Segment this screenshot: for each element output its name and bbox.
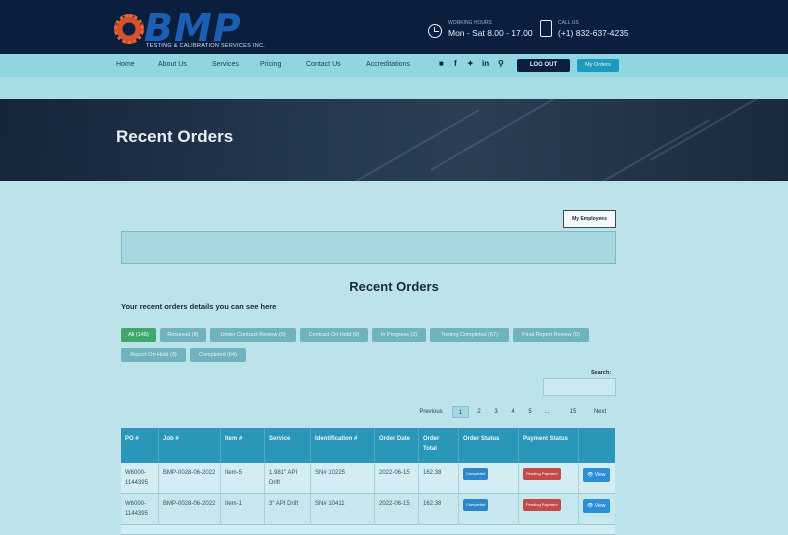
- filter-in-progress[interactable]: In Progress (3): [372, 328, 426, 342]
- info-panel: [121, 231, 616, 264]
- hero-decoration: [570, 119, 710, 181]
- pagination-next[interactable]: Next: [590, 406, 610, 418]
- cell-job: BMP-0028-06-2022: [159, 463, 221, 494]
- cart-icon[interactable]: ■: [439, 59, 444, 68]
- cell-order-date: 2022-06-15: [375, 463, 419, 494]
- cell-actions: 👁 View: [579, 463, 615, 494]
- linkedin-icon[interactable]: in: [482, 59, 489, 68]
- page-hero: Recent Orders: [0, 99, 788, 181]
- cell-order-total: 162.38: [419, 494, 459, 525]
- cell-po: W6000-1144395: [121, 494, 159, 525]
- pagination-page-15[interactable]: 15: [566, 406, 580, 418]
- cell-identification: SN# 10411: [311, 494, 375, 525]
- view-button-label: View: [594, 503, 606, 509]
- gear-logo-icon: [114, 14, 144, 44]
- search-label: Search:: [591, 370, 612, 376]
- pagination-page-5[interactable]: 5: [524, 406, 536, 418]
- search-icon[interactable]: ⚲: [498, 59, 504, 68]
- pagination-previous[interactable]: Previous: [416, 406, 446, 418]
- cell-service: 1.981" API Drift: [265, 463, 311, 494]
- logo-tagline: TESTING & CALIBRATION SERVICES INC.: [146, 43, 266, 49]
- pagination-page-2[interactable]: 2: [473, 406, 485, 418]
- section-subheading: Your recent orders details you can see h…: [121, 302, 277, 311]
- hero-decoration: [340, 109, 480, 181]
- bmp-logo[interactable]: BMP TESTING & CALIBRATION SERVICES INC.: [114, 6, 266, 50]
- my-employees-button[interactable]: My Employees: [563, 210, 616, 228]
- clock-icon: [428, 24, 442, 38]
- cell-identification: SN# 10225: [311, 463, 375, 494]
- main-nav: Home About Us Services Pricing Contact U…: [0, 54, 788, 77]
- payment-status-badge: Pending Payment: [523, 499, 561, 511]
- nav-about-us[interactable]: About Us: [158, 61, 187, 68]
- page-title: Recent Orders: [116, 127, 234, 146]
- table-row: W6000-1144395 BMP-0028-06-2022 Item-1 3"…: [121, 494, 615, 525]
- column-header-actions: [579, 428, 615, 463]
- hours-label: WORKING HOURS: [448, 20, 492, 26]
- column-header-job[interactable]: Job #: [159, 428, 221, 463]
- cell-service: 3" API Drift: [265, 494, 311, 525]
- column-header-order-status[interactable]: Order Status: [459, 428, 519, 463]
- my-orders-button[interactable]: My Orders: [577, 59, 619, 72]
- pagination-ellipsis: ...: [544, 409, 550, 415]
- hero-decoration: [650, 99, 788, 161]
- cell-item: Item-5: [221, 463, 265, 494]
- column-header-payment-status[interactable]: Payment Status: [519, 428, 579, 463]
- filter-all[interactable]: All (145): [121, 328, 156, 342]
- table-row: W6000-1144395 BMP-0028-06-2022 Item-5 1.…: [121, 463, 615, 494]
- hours-value: Mon - Sat 8.00 - 17.00: [448, 28, 533, 38]
- column-header-item[interactable]: Item #: [221, 428, 265, 463]
- cell-payment-status: Pending Payment: [519, 494, 579, 525]
- column-header-order-total[interactable]: Order Total: [419, 428, 459, 463]
- filter-recieved[interactable]: Recieved (8): [160, 328, 206, 342]
- nav-home[interactable]: Home: [116, 61, 135, 68]
- order-status-badge: Completed: [463, 499, 489, 511]
- column-header-po[interactable]: PO #: [121, 428, 159, 463]
- nav-contact-us[interactable]: Contact Us: [306, 61, 341, 68]
- payment-status-badge: Pending Payment: [523, 468, 561, 480]
- facebook-icon[interactable]: f: [454, 59, 457, 68]
- pagination-page-4[interactable]: 4: [507, 406, 519, 418]
- cell-order-total: 162.38: [419, 463, 459, 494]
- filter-under-contract-review[interactable]: Under Contract Review (0): [210, 328, 296, 342]
- filter-testing-completed[interactable]: Testing Completed (67): [430, 328, 509, 342]
- search-input[interactable]: [543, 378, 616, 396]
- phone-icon: [540, 20, 552, 37]
- call-value[interactable]: (+1) 832-637-4235: [558, 28, 629, 38]
- call-label: CALL US: [558, 20, 579, 26]
- pagination-page-3[interactable]: 3: [490, 406, 502, 418]
- filter-completed[interactable]: Completed (64): [190, 348, 246, 362]
- column-header-order-date[interactable]: Order Date: [375, 428, 419, 463]
- view-button-label: View: [594, 472, 606, 478]
- view-button[interactable]: 👁 View: [583, 499, 610, 513]
- cell-po: W6000-1144395: [121, 463, 159, 494]
- cell-item: Item-1: [221, 494, 265, 525]
- nav-pricing[interactable]: Pricing: [260, 61, 281, 68]
- cell-payment-status: Pending Payment: [519, 463, 579, 494]
- filter-contract-on-hold[interactable]: Contract On Hold (0): [300, 328, 368, 342]
- hero-decoration: [430, 99, 570, 171]
- cell-order-status: Completed: [459, 463, 519, 494]
- column-header-identification[interactable]: Identification #: [311, 428, 375, 463]
- cell-actions: 👁 View: [579, 494, 615, 525]
- cell-job: BMP-0028-06-2022: [159, 494, 221, 525]
- section-heading: Recent Orders: [349, 279, 439, 294]
- view-button[interactable]: 👁 View: [583, 468, 610, 482]
- cell-order-status: Completed: [459, 494, 519, 525]
- table-header: PO # Job # Item # Service Identification…: [121, 428, 615, 463]
- logout-button[interactable]: LOG OUT: [517, 59, 570, 72]
- order-status-badge: Completed: [463, 468, 489, 480]
- cell-order-date: 2022-06-15: [375, 494, 419, 525]
- nav-spacer: [0, 77, 788, 99]
- table-row-partial: [121, 525, 615, 535]
- pagination-page-1[interactable]: 1: [452, 406, 469, 418]
- filter-final-report-review[interactable]: Final Report Review (0): [513, 328, 589, 342]
- nav-services[interactable]: Services: [212, 61, 239, 68]
- nav-accreditations[interactable]: Accreditations: [366, 61, 410, 68]
- twitter-icon[interactable]: ✦: [467, 59, 474, 68]
- filter-report-on-hold[interactable]: Report On Hold (3): [121, 348, 186, 362]
- column-header-service[interactable]: Service: [265, 428, 311, 463]
